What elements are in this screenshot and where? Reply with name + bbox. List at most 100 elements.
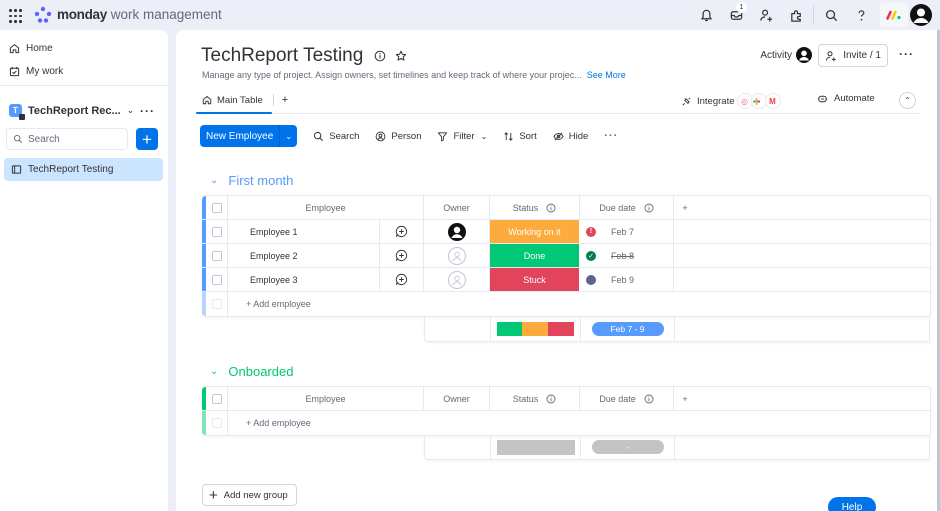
toolbar-person-filter[interactable]: Person <box>375 131 421 142</box>
status-segment-working-on-it[interactable] <box>522 322 549 336</box>
chevron-down-icon[interactable]: ⌄ <box>210 366 218 377</box>
toolbar-more-button[interactable]: ··· <box>604 130 618 142</box>
column-header-status[interactable]: Status <box>490 387 580 410</box>
new-employee-label[interactable]: New Employee <box>200 131 279 142</box>
chevron-down-icon[interactable]: ⌄ <box>481 132 488 141</box>
sidebar-board-techreport-testing[interactable]: TechReport Testing <box>4 158 163 181</box>
due-date-cell[interactable]: Feb 9 <box>580 268 674 291</box>
workspace-selector[interactable]: T TechReport Rec... ⌄ <box>9 104 134 120</box>
row-checkbox[interactable] <box>206 268 228 291</box>
group-title[interactable]: First month <box>228 173 293 188</box>
add-new-group-button[interactable]: + Add new group <box>202 484 297 506</box>
column-header-due-date[interactable]: Due date <box>580 196 674 219</box>
board-title[interactable]: TechReport Testing <box>201 45 363 67</box>
column-header-employee[interactable]: Employee <box>228 196 424 219</box>
toolbar-hide[interactable]: Hide <box>553 131 588 142</box>
row-checkbox[interactable] <box>206 220 228 243</box>
add-update-button[interactable] <box>380 220 424 243</box>
help-button[interactable]: Help <box>828 497 876 511</box>
status-cell[interactable]: Done <box>490 244 580 267</box>
add-view-button[interactable]: + <box>282 94 288 110</box>
timeline-summary[interactable]: Feb 7 - 9 <box>581 317 675 341</box>
add-item-row[interactable]: + Add employee <box>202 292 930 316</box>
table-row[interactable]: Employee 3 Stuck Feb 9 <box>202 268 930 292</box>
see-more-link[interactable]: See More <box>587 70 626 80</box>
add-update-button[interactable] <box>380 268 424 291</box>
sidebar-item-my-work[interactable]: My work <box>9 66 63 77</box>
invite-members-button[interactable] <box>751 0 781 30</box>
add-employee-input[interactable]: + Add employee <box>228 292 930 316</box>
help-button[interactable] <box>846 0 876 30</box>
empty-cell <box>696 244 930 267</box>
activity-button[interactable]: Activity <box>760 47 812 63</box>
info-icon[interactable] <box>546 203 556 213</box>
due-date-cell[interactable]: ✓ Feb 8 <box>580 244 674 267</box>
new-employee-button[interactable]: New Employee ⌄ <box>200 125 298 147</box>
add-column-button[interactable]: + <box>674 387 696 410</box>
item-name[interactable]: Employee 3 <box>228 268 380 291</box>
monday-products-button[interactable] <box>880 3 908 27</box>
empty-cell <box>674 220 696 243</box>
owner-cell[interactable] <box>424 244 490 267</box>
sidebar-item-home[interactable]: Home <box>9 43 53 54</box>
status-distribution-bar-empty[interactable] <box>496 439 575 455</box>
status-summary[interactable] <box>491 435 581 459</box>
status-segment-stuck[interactable] <box>548 322 575 336</box>
board-more-button[interactable]: ··· <box>899 47 914 61</box>
add-item-button[interactable]: + <box>136 128 158 150</box>
info-icon[interactable] <box>374 50 386 62</box>
status-cell[interactable]: Stuck <box>490 268 580 291</box>
toolbar-filter[interactable]: Filter ⌄ <box>437 131 487 142</box>
item-name[interactable]: Employee 2 <box>228 244 380 267</box>
table-row[interactable]: Employee 1 Working on it ! Feb 7 <box>202 220 930 244</box>
add-employee-input[interactable]: + Add employee <box>228 411 930 435</box>
status-segment-done[interactable] <box>496 322 523 336</box>
chevron-down-icon[interactable]: ⌄ <box>210 175 218 186</box>
workspace-more-button[interactable]: ··· <box>140 104 155 118</box>
info-icon[interactable] <box>644 203 654 213</box>
add-item-row[interactable]: + Add employee <box>202 411 930 435</box>
column-header-owner[interactable]: Owner <box>424 387 490 410</box>
collapse-header-button[interactable]: ⌃ <box>899 92 916 109</box>
add-column-button[interactable]: + <box>674 196 696 219</box>
search-button[interactable] <box>816 0 846 30</box>
item-name[interactable]: Employee 1 <box>228 220 380 243</box>
owner-cell[interactable] <box>424 220 490 243</box>
toolbar-sort[interactable]: Sort <box>503 131 537 142</box>
info-icon[interactable] <box>644 394 654 404</box>
row-checkbox[interactable] <box>206 244 228 267</box>
star-icon[interactable] <box>395 50 407 62</box>
chevron-down-icon[interactable]: ⌄ <box>279 125 297 147</box>
status-summary[interactable] <box>491 317 581 341</box>
column-header-employee[interactable]: Employee <box>228 387 424 410</box>
timeline-summary[interactable]: - <box>581 435 675 459</box>
table-row[interactable]: Employee 2 Done ✓ Feb 8 <box>202 244 930 268</box>
column-header-owner[interactable]: Owner <box>424 196 490 219</box>
brand-name[interactable]: monday work management <box>57 7 222 22</box>
notifications-button[interactable] <box>691 0 721 30</box>
toolbar-search[interactable]: Search <box>313 131 359 142</box>
tab-main-table[interactable]: Main Table <box>202 95 263 110</box>
column-header-due-date[interactable]: Due date <box>580 387 674 410</box>
apps-marketplace-button[interactable] <box>781 0 811 30</box>
invite-button[interactable]: Invite / 1 <box>818 44 888 67</box>
info-icon[interactable] <box>546 394 556 404</box>
owner-cell[interactable] <box>424 268 490 291</box>
add-update-button[interactable] <box>380 244 424 267</box>
sidebar-search-input[interactable]: Search <box>6 128 128 150</box>
inbox-button[interactable]: 1 <box>721 0 751 30</box>
select-all-checkbox[interactable] <box>206 196 228 219</box>
select-all-checkbox[interactable] <box>206 387 228 410</box>
automate-button[interactable]: Automate <box>817 93 875 104</box>
user-avatar[interactable] <box>910 4 932 26</box>
integrate-button[interactable]: Integrate ◎ M <box>681 93 781 109</box>
apps-grid-icon[interactable] <box>9 9 22 23</box>
column-header-status[interactable]: Status <box>490 196 580 219</box>
view-tabs: Main Table + <box>202 94 288 110</box>
group-header-onboarded[interactable]: ⌄ Onboarded <box>210 364 293 379</box>
status-cell[interactable]: Working on it <box>490 220 580 243</box>
group-title[interactable]: Onboarded <box>228 364 293 379</box>
due-date-cell[interactable]: ! Feb 7 <box>580 220 674 243</box>
group-header-first-month[interactable]: ⌄ First month <box>210 173 293 188</box>
status-distribution-bar[interactable] <box>496 322 575 336</box>
